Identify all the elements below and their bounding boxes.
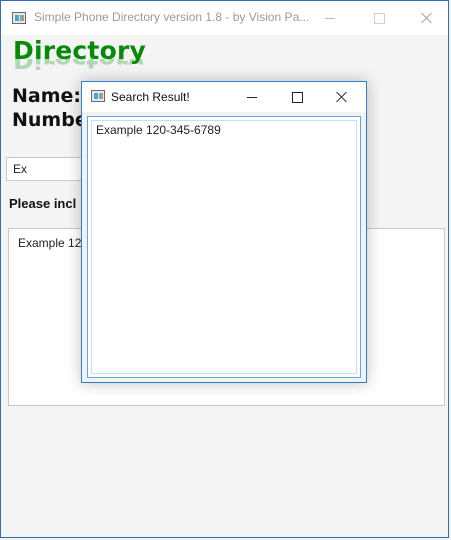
maximize-icon <box>373 12 385 24</box>
name-label: Name: <box>12 85 82 107</box>
directory-heading-reflection: Directory <box>13 59 144 73</box>
dialog-app-icon <box>91 90 105 102</box>
dialog-maximize-button[interactable] <box>277 82 317 112</box>
dialog-title: Search Result! <box>111 90 190 104</box>
search-result-dialog: Search Result! Example 120-345-6789 <box>81 81 367 383</box>
close-icon <box>336 91 348 103</box>
dialog-close-button[interactable] <box>322 82 362 112</box>
minimize-icon <box>247 96 257 98</box>
close-icon <box>421 12 433 24</box>
close-button[interactable] <box>404 1 450 35</box>
maximize-button[interactable] <box>356 1 402 35</box>
minimize-button[interactable] <box>307 1 353 35</box>
title-bar[interactable]: Simple Phone Directory version 1.8 - by … <box>1 1 448 35</box>
maximize-icon <box>291 91 303 103</box>
window-title: Simple Phone Directory version 1.8 - by … <box>34 10 310 24</box>
search-input[interactable] <box>6 157 86 181</box>
hint-text: Please incl <box>9 196 77 211</box>
dialog-title-bar[interactable]: Search Result! <box>82 82 366 112</box>
app-icon <box>12 12 26 24</box>
dialog-results-inner <box>91 120 357 374</box>
number-label: Numbe <box>12 109 88 131</box>
dialog-results-area[interactable]: Example 120-345-6789 <box>87 116 361 378</box>
minimize-icon <box>325 17 335 19</box>
list-item[interactable]: Example 120 <box>18 236 88 250</box>
dialog-minimize-button[interactable] <box>232 82 272 112</box>
list-item[interactable]: Example 120-345-6789 <box>96 123 221 137</box>
